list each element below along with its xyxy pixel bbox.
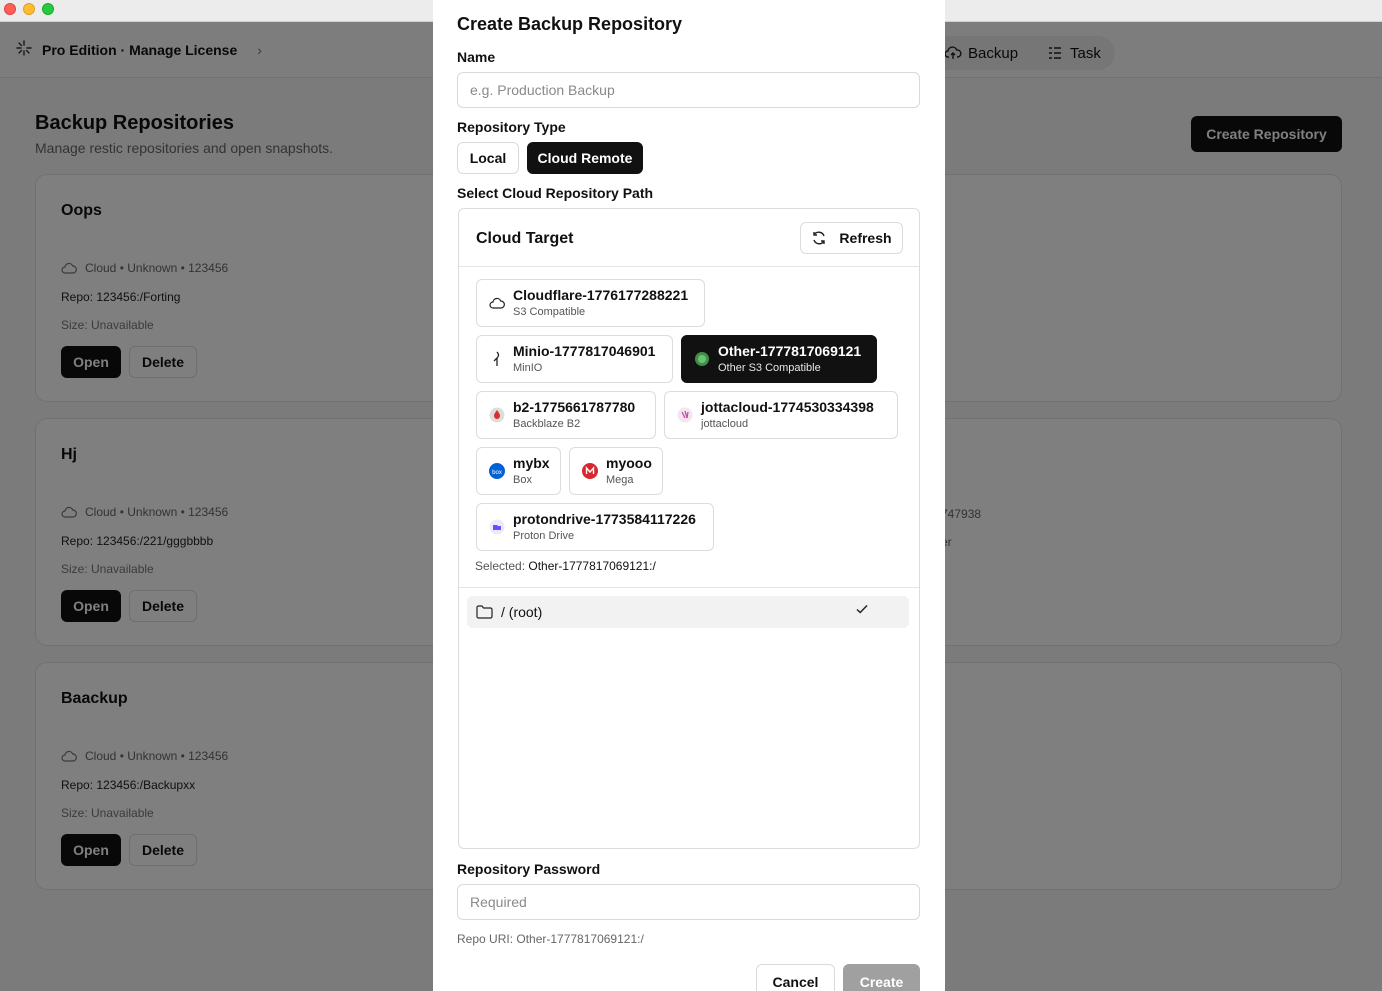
refresh-button[interactable]: Refresh <box>800 222 903 254</box>
remote-chip[interactable]: box mybx Box <box>476 447 561 495</box>
create-button[interactable]: Create <box>843 964 920 991</box>
name-label: Name <box>457 49 496 65</box>
backblaze-icon <box>489 407 505 423</box>
type-local-button[interactable]: Local <box>457 142 519 174</box>
remote-type: S3 Compatible <box>513 305 586 318</box>
selected-value: Other-1777817069121:/ <box>528 559 656 573</box>
remote-name: myooo <box>606 455 652 472</box>
proton-drive-icon <box>489 519 505 535</box>
picker-title: Cloud Target <box>476 230 574 247</box>
remote-name: Other-1777817069121 <box>718 343 862 360</box>
remote-name: protondrive-1773584117226 <box>513 511 696 528</box>
checkmark-icon <box>855 602 869 619</box>
remote-chip[interactable]: protondrive-1773584117226 Proton Drive <box>476 503 714 551</box>
password-label: Repository Password <box>457 861 601 877</box>
folder-label: / (root) <box>501 604 543 620</box>
repo-uri: Repo URI: Other-1777817069121:/ <box>457 932 644 946</box>
remote-chip[interactable]: b2-1775661787780 Backblaze B2 <box>476 391 656 439</box>
mega-icon <box>582 463 598 479</box>
cloud-path-label: Select Cloud Repository Path <box>457 185 654 201</box>
cloud-icon <box>489 295 505 311</box>
remote-type: Mega <box>606 473 634 486</box>
type-cloud-remote-button[interactable]: Cloud Remote <box>527 142 643 174</box>
remote-name: b2-1775661787780 <box>513 399 636 416</box>
remote-type: Box <box>513 473 532 486</box>
remote-type: Backblaze B2 <box>513 417 581 430</box>
jottacloud-icon <box>677 407 693 423</box>
selected-label: Selected: <box>475 559 526 573</box>
folder-row-root[interactable]: / (root) <box>467 596 909 628</box>
folder-icon <box>476 605 493 619</box>
box-icon: box <box>489 463 505 479</box>
remote-type: Other S3 Compatible <box>718 361 821 374</box>
cloud-target-picker: Cloud Target Refresh Cloudflare-17761772… <box>458 208 920 849</box>
cancel-button[interactable]: Cancel <box>756 964 835 991</box>
minio-icon <box>489 351 505 367</box>
svg-text:box: box <box>492 470 502 476</box>
password-input[interactable] <box>457 884 920 920</box>
picker-header: Cloud Target Refresh <box>459 209 919 267</box>
remote-chip[interactable]: Cloudflare-1776177288221 S3 Compatible <box>476 279 705 327</box>
remote-chip[interactable]: Minio-1777817046901 MinIO <box>476 335 673 383</box>
remote-chip-selected[interactable]: Other-1777817069121 Other S3 Compatible <box>681 335 877 383</box>
create-repository-dialog: Create Backup Repository Name Repository… <box>433 0 945 991</box>
remote-name: jottacloud-1774530334398 <box>701 399 874 416</box>
refresh-icon <box>813 231 826 245</box>
dialog-title: Create Backup Repository <box>457 14 683 34</box>
refresh-label: Refresh <box>839 230 892 246</box>
remote-name: mybx <box>513 455 550 472</box>
remote-type: MinIO <box>513 361 543 374</box>
remote-name: Minio-1777817046901 <box>513 343 656 360</box>
remote-chip[interactable]: jottacloud-1774530334398 jottacloud <box>664 391 898 439</box>
name-input[interactable] <box>457 72 920 108</box>
picker-divider <box>459 587 919 588</box>
remote-type: Proton Drive <box>513 529 575 542</box>
remote-name: Cloudflare-1776177288221 <box>513 287 689 304</box>
repository-type-label: Repository Type <box>457 119 566 135</box>
selected-target: Selected: Other-1777817069121:/ <box>475 559 656 573</box>
remote-chip[interactable]: myooo Mega <box>569 447 663 495</box>
remote-type: jottacloud <box>701 417 749 430</box>
s3-icon <box>694 351 710 367</box>
